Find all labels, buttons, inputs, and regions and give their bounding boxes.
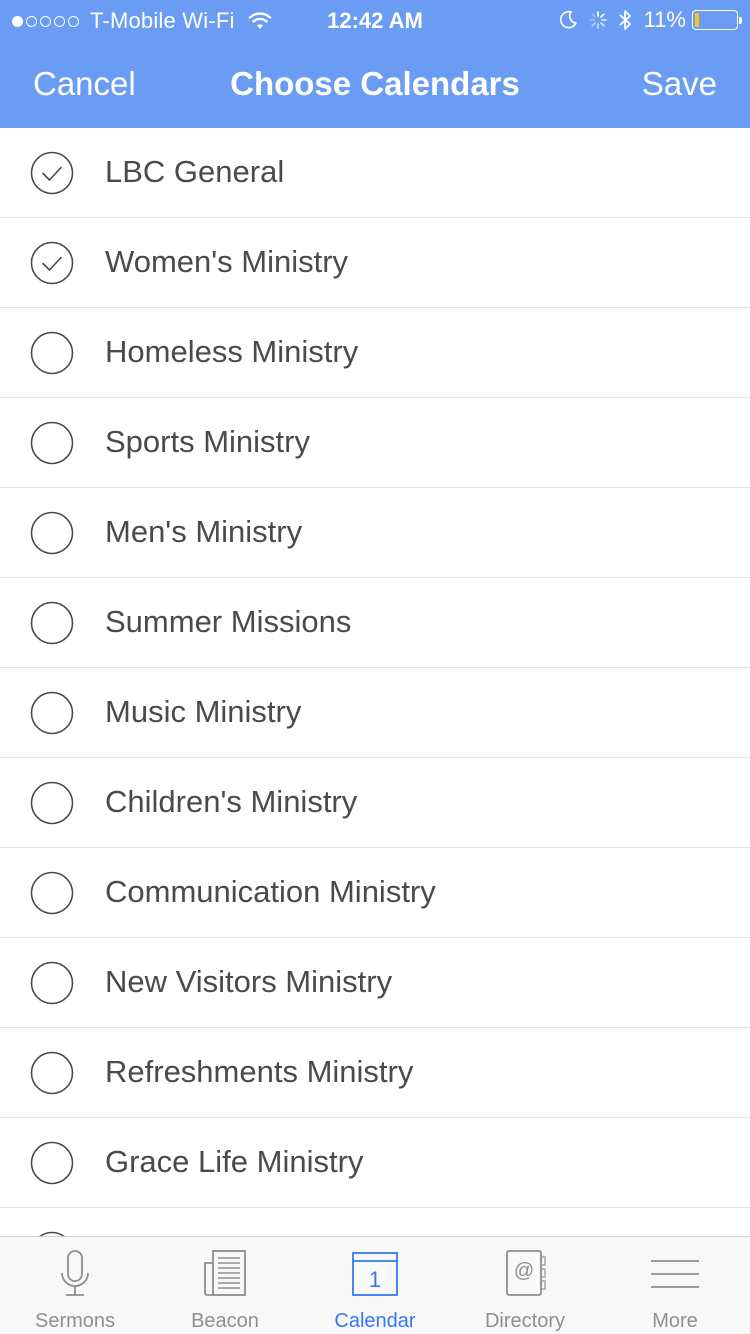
unchecked-circle-icon[interactable] (30, 691, 74, 735)
checked-circle-icon[interactable] (30, 241, 74, 285)
unchecked-circle-icon[interactable] (30, 961, 74, 1005)
save-button[interactable]: Save (642, 65, 717, 103)
calendar-row[interactable]: New Visitors Ministry (0, 938, 750, 1028)
unchecked-circle-icon[interactable] (30, 601, 74, 645)
tab-label: Beacon (191, 1310, 259, 1332)
calendar-name: New Visitors Ministry (105, 964, 393, 999)
tab-label: More (652, 1310, 698, 1332)
calendar-row[interactable] (0, 1208, 750, 1236)
tab-calendar[interactable]: 1 Calendar (300, 1237, 450, 1334)
calendar-row[interactable]: Children's Ministry (0, 758, 750, 848)
calendar-row[interactable]: Homeless Ministry (0, 308, 750, 398)
status-bar: T-Mobile Wi-Fi 12:42 AM 11% (0, 0, 750, 40)
calendar-row[interactable]: Grace Life Ministry (0, 1118, 750, 1208)
moon-icon (559, 10, 577, 29)
svg-text:@: @ (514, 1260, 534, 1282)
tab-directory[interactable]: @ Directory (450, 1237, 600, 1334)
menu-icon (651, 1260, 699, 1288)
battery-level (695, 13, 699, 27)
calendar-row[interactable]: Communication Ministry (0, 848, 750, 938)
tab-beacon[interactable]: Beacon (150, 1237, 300, 1334)
calendar-name: Women's Ministry (105, 244, 349, 279)
calendar-row[interactable]: Women's Ministry (0, 218, 750, 308)
calendar-name: Communication Ministry (105, 874, 436, 909)
calendar-icon: 1 (352, 1252, 398, 1296)
unchecked-circle-icon[interactable] (30, 871, 74, 915)
calendar-name: Refreshments Ministry (105, 1054, 414, 1089)
calendar-name: Summer Missions (105, 604, 352, 639)
calendar-name: Grace Life Ministry (105, 1144, 364, 1179)
activity-spinner-icon (588, 11, 607, 29)
calendar-name: Children's Ministry (105, 784, 358, 819)
unchecked-circle-icon[interactable] (30, 1141, 74, 1185)
calendar-row[interactable]: Summer Missions (0, 578, 750, 668)
unchecked-circle-icon[interactable] (30, 421, 74, 465)
calendar-icon-day: 1 (369, 1267, 381, 1292)
tab-label: Sermons (34, 1310, 116, 1332)
calendar-name: Homeless Ministry (105, 334, 359, 369)
calendar-name: Sports Ministry (105, 424, 310, 459)
calendar-name: Men's Ministry (105, 514, 303, 549)
unchecked-circle-icon[interactable] (30, 1051, 74, 1095)
status-right: 11% (548, 7, 742, 33)
calendar-row[interactable]: LBC General (0, 128, 750, 218)
tab-bar: Sermons Beacon 1 Calendar @ Directory Mo… (0, 1236, 750, 1334)
unchecked-circle-icon[interactable] (30, 331, 74, 375)
calendar-row[interactable]: Music Ministry (0, 668, 750, 758)
battery-percent: 11% (643, 7, 686, 32)
calendar-name: LBC General (105, 154, 285, 189)
unchecked-circle-icon[interactable] (30, 781, 74, 825)
tab-more[interactable]: More (600, 1237, 750, 1334)
tab-label: Directory (484, 1310, 565, 1332)
microphone-icon (61, 1250, 89, 1296)
battery-icon (692, 10, 742, 30)
calendar-list: LBC General Women's Ministry Homeless Mini… (0, 128, 750, 1236)
tab-sermons[interactable]: Sermons (0, 1237, 150, 1334)
calendar-row[interactable]: Sports Ministry (0, 398, 750, 488)
tab-label: Calendar (334, 1310, 416, 1332)
calendar-name: Music Ministry (105, 694, 302, 729)
address-book-icon: @ (506, 1250, 546, 1296)
newspaper-icon (204, 1250, 246, 1296)
calendar-row[interactable]: Refreshments Ministry (0, 1028, 750, 1118)
cancel-button[interactable]: Cancel (33, 65, 136, 103)
calendar-row[interactable]: Men's Ministry (0, 488, 750, 578)
checked-circle-icon[interactable] (30, 151, 74, 195)
navigation-bar: Cancel Choose Calendars Save (0, 40, 750, 128)
unchecked-circle-icon[interactable] (30, 511, 74, 555)
header: T-Mobile Wi-Fi 12:42 AM 11% Cancel Choos… (0, 0, 750, 128)
bluetooth-icon (618, 10, 631, 30)
